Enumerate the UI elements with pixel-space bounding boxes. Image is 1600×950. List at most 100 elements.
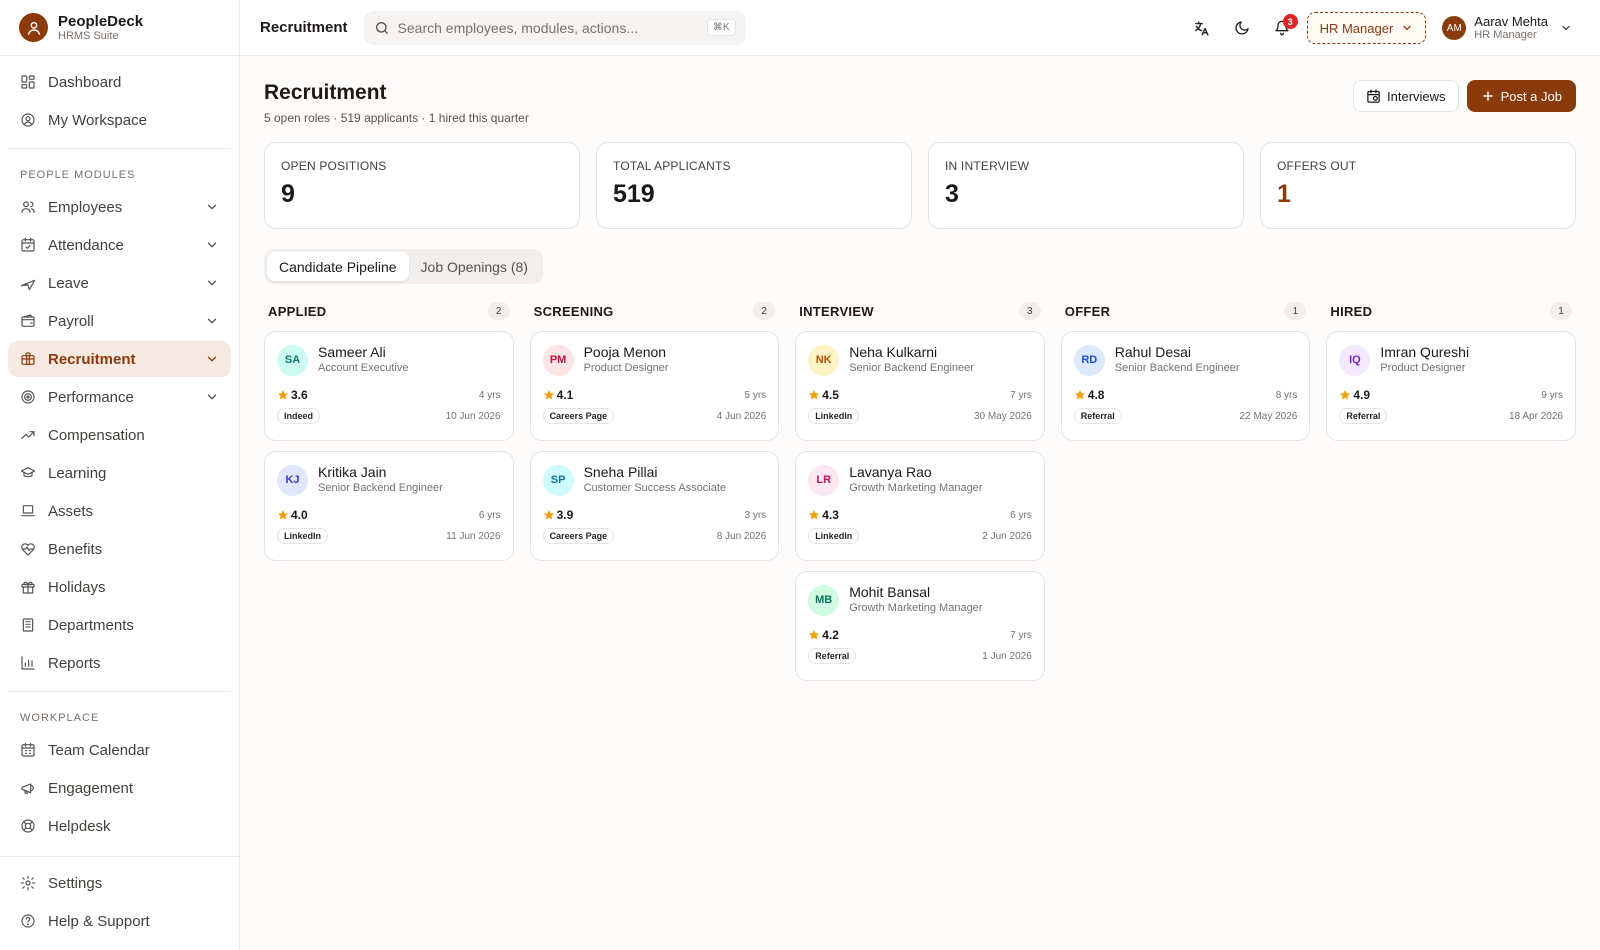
avatar: AM [1442, 16, 1467, 40]
sidebar-item-compensation[interactable]: Compensation [8, 417, 231, 453]
candidate-name: Kritika Jain [318, 464, 387, 480]
sidebar-item-label: Help & Support [48, 912, 150, 930]
candidate-role: Senior Backend Engineer [1114, 362, 1240, 374]
avatar: MB [808, 584, 840, 616]
candidate-name: Imran Qureshi [1380, 344, 1470, 360]
role-switcher-button[interactable]: HR Manager [1306, 12, 1427, 44]
language-button[interactable] [1185, 11, 1219, 45]
candidate-card[interactable]: SA Sameer Ali Account Executive 3.6 4 yrs Ind… [264, 331, 514, 441]
users-icon [20, 199, 36, 215]
candidate-role: Growth Marketing Manager [849, 602, 983, 614]
chevron-down-icon[interactable] [205, 276, 219, 290]
candidate-card[interactable]: IQ Imran Qureshi Product Designer 4.9 9 yrs R… [1326, 331, 1576, 441]
sidebar-item-helpdesk[interactable]: Helpdesk [8, 808, 231, 844]
candidate-card[interactable]: PM Pooja Menon Product Designer 4.1 5 yrs Car… [529, 331, 780, 441]
user-menu[interactable]: AM Aarav Mehta HR Manager [1442, 15, 1572, 41]
column-title: SCREENING [533, 303, 614, 319]
sidebar-item-dashboard[interactable]: Dashboard [8, 64, 231, 100]
pipeline-column-interview: INTERVIEW 3 NK Neha Kulkarni Senior Backend … [795, 300, 1045, 691]
translate-icon [1195, 20, 1209, 36]
candidate-name: Lavanya Rao [849, 464, 932, 480]
chevron-down-icon[interactable] [205, 314, 219, 328]
calendar-check-icon [20, 237, 36, 253]
avatar: PM [542, 344, 574, 376]
grid-icon [20, 74, 36, 90]
rating-value: 4.1 [556, 388, 574, 402]
sidebar-item-engagement[interactable]: Engagement [8, 770, 231, 806]
tab-job-openings-8[interactable]: Job Openings (8) [409, 252, 540, 281]
sidebar-item-assets[interactable]: Assets [8, 493, 231, 529]
lifebuoy-icon [20, 818, 36, 834]
chevron-down-icon[interactable] [205, 238, 219, 252]
applied-date: 2 Jun 2026 [982, 530, 1032, 542]
experience: 9 yrs [1541, 389, 1563, 401]
sidebar-item-employees[interactable]: Employees [8, 189, 231, 225]
sidebar-item-reports[interactable]: Reports [8, 645, 231, 681]
search-input[interactable]: Search employees, modules, actions... ⌘K [363, 10, 746, 45]
candidate-role: Senior Backend Engineer [849, 362, 974, 374]
tab-candidate-pipeline[interactable]: Candidate Pipeline [267, 252, 409, 281]
sidebar-item-help-support[interactable]: Help & Support [8, 903, 231, 939]
theme-toggle-button[interactable] [1225, 11, 1259, 45]
candidate-card[interactable]: MB Mohit Bansal Growth Marketing Manager 4.… [795, 571, 1045, 681]
applied-date: 8 Jun 2026 [716, 530, 767, 542]
brand[interactable]: PeopleDeck HRMS Suite [0, 0, 239, 56]
source-badge: Referral [1339, 408, 1388, 424]
sidebar-item-holidays[interactable]: Holidays [8, 569, 231, 605]
stat-value: 519 [613, 180, 655, 208]
source-badge: Careers Page [542, 528, 615, 544]
sidebar-item-recruitment[interactable]: Recruitment [8, 341, 231, 377]
sidebar-item-label: Attendance [48, 236, 124, 254]
rating-value: 3.9 [556, 508, 574, 522]
avatar: SP [542, 464, 574, 496]
sidebar-item-leave[interactable]: Leave [8, 265, 231, 301]
candidate-card[interactable]: SP Sneha Pillai Customer Success Associate… [529, 451, 780, 561]
interviews-button[interactable]: Interviews [1353, 80, 1459, 112]
pipeline-column-offer: OFFER 1 RD Rahul Desai Senior Backend Engine… [1060, 300, 1311, 691]
sidebar-item-attendance[interactable]: Attendance [8, 227, 231, 263]
sidebar-item-team-calendar[interactable]: Team Calendar [8, 732, 231, 768]
sidebar-item-payroll[interactable]: Payroll [8, 303, 231, 339]
candidate-card[interactable]: KJ Kritika Jain Senior Backend Engineer 4.0… [264, 451, 514, 561]
sidebar-item-performance[interactable]: Performance [8, 379, 231, 415]
notifications-button[interactable]: 3 [1265, 11, 1299, 45]
sidebar-item-benefits[interactable]: Benefits [8, 531, 231, 567]
sidebar-item-my-workspace[interactable]: My Workspace [8, 102, 231, 138]
stat-value: 9 [281, 180, 295, 208]
chevron-down-icon[interactable] [205, 390, 219, 404]
target-icon [20, 389, 36, 405]
nav-people: Employees Attendance Leave Payroll Recruitme… [0, 189, 239, 681]
post-job-button[interactable]: Post a Job [1466, 80, 1576, 112]
sidebar-item-settings[interactable]: Settings [8, 865, 231, 901]
candidate-card[interactable]: LR Lavanya Rao Growth Marketing Manager 4.3… [795, 451, 1045, 561]
experience: 6 yrs [1010, 509, 1032, 521]
topbar-title: Recruitment [260, 19, 348, 36]
nav-workplace: Team Calendar Engagement Helpdesk [0, 732, 239, 844]
brand-subtitle: HRMS Suite [58, 30, 119, 42]
candidate-card[interactable]: NK Neha Kulkarni Senior Backend Engineer 4.… [795, 331, 1045, 441]
user-role: HR Manager [1474, 29, 1537, 41]
role-label: HR Manager [1319, 20, 1394, 36]
page-subtitle: 5 open roles · 519 applicants · 1 hired … [264, 111, 529, 125]
candidate-card[interactable]: RD Rahul Desai Senior Backend Engineer 4.8 8… [1060, 331, 1311, 441]
sidebar-item-label: Helpdesk [48, 817, 111, 835]
sidebar-item-departments[interactable]: Departments [8, 607, 231, 643]
wallet-icon [20, 313, 36, 329]
sidebar-item-label: Employees [48, 198, 123, 216]
rating: 4.9 [1339, 388, 1370, 402]
sidebar-item-label: Team Calendar [48, 741, 150, 759]
brand-name: PeopleDeck [58, 13, 144, 30]
sidebar-item-label: Assets [48, 502, 94, 520]
avatar: SA [277, 344, 308, 376]
chevron-down-icon[interactable] [205, 352, 219, 366]
candidate-role: Account Executive [318, 362, 409, 374]
star-icon [278, 390, 288, 400]
moon-icon [1235, 21, 1249, 35]
column-title: OFFER [1064, 303, 1111, 319]
sidebar-item-learning[interactable]: Learning [8, 455, 231, 491]
column-count: 1 [1284, 302, 1307, 320]
stat-card-open-positions: OPEN POSITIONS 9 [264, 142, 580, 229]
chevron-down-icon[interactable] [205, 200, 219, 214]
candidate-name: Rahul Desai [1114, 344, 1192, 360]
column-count: 2 [487, 302, 510, 320]
